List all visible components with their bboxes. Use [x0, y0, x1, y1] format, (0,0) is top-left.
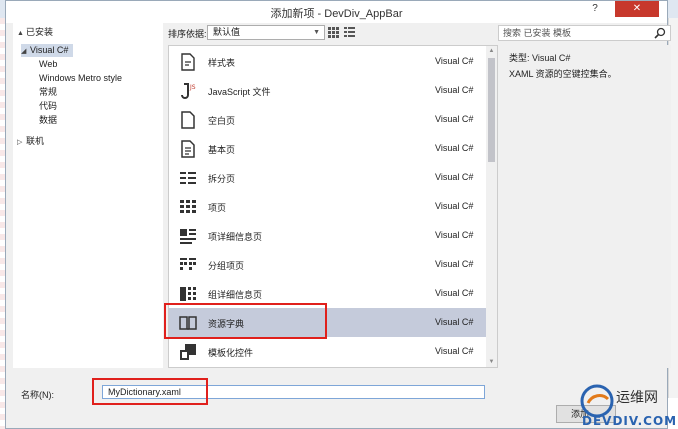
tree-item-label: Visual C#: [30, 45, 69, 55]
template-name: 拆分页: [208, 174, 236, 184]
template-name: 项详细信息页: [208, 232, 263, 242]
help-button[interactable]: ?: [581, 1, 609, 17]
grouped-items-page-icon: [180, 258, 196, 270]
sort-label: 排序依据:: [168, 29, 207, 39]
search-templates-input[interactable]: 搜索 已安装 模板: [498, 25, 671, 41]
medium-icons-view-icon[interactable]: [328, 27, 339, 38]
tree-item-web[interactable]: Web: [39, 58, 57, 71]
blank-page-icon: [181, 111, 195, 129]
template-name: 样式表: [208, 58, 236, 68]
template-name: 分组项页: [208, 261, 245, 271]
close-button[interactable]: ✕: [615, 1, 659, 17]
tree-item-data[interactable]: 数据: [39, 114, 57, 127]
templated-control-icon: [180, 344, 196, 360]
template-item-split-page[interactable]: 拆分页 Visual C#: [169, 163, 487, 192]
chevron-down-icon: ▼: [313, 29, 320, 36]
template-language: Visual C#: [435, 172, 474, 182]
dialog-title: 添加新项 - DevDiv_AppBar: [270, 8, 403, 20]
template-item-items-page[interactable]: 项页 Visual C#: [169, 192, 487, 221]
watermark-text: 运维网: [616, 390, 658, 406]
template-item-grouped-items-page[interactable]: 分组项页 Visual C#: [169, 250, 487, 279]
svg-text:JS: JS: [189, 84, 196, 91]
scroll-up-icon[interactable]: ▲: [486, 46, 497, 56]
collapse-arrow-icon[interactable]: ▲: [17, 27, 26, 40]
tree-item-code[interactable]: 代码: [39, 100, 57, 113]
template-language: Visual C#: [435, 346, 474, 356]
template-language: Visual C#: [435, 143, 474, 153]
template-name: 空白页: [208, 116, 236, 126]
sort-value: 默认值: [213, 27, 241, 37]
items-page-icon: [180, 200, 196, 213]
watermark-subtext: DEVDIV.COM: [582, 414, 678, 428]
tree-item-online[interactable]: ▷ 联机: [17, 135, 44, 148]
template-name: 项页: [208, 203, 227, 213]
template-description: XAML 资源的空键控集合。: [509, 69, 617, 79]
expand-arrow-icon[interactable]: ▷: [17, 136, 26, 149]
tree-item-visual-csharp[interactable]: ◢ Visual C#: [21, 44, 73, 57]
tree-item-label: 联机: [26, 136, 45, 146]
javascript-file-icon: JS: [181, 83, 196, 99]
sort-dropdown[interactable]: 默认值 ▼: [207, 25, 325, 40]
item-detail-page-icon: [180, 229, 196, 244]
name-input-highlight: [92, 378, 208, 405]
stylesheet-icon: [181, 53, 195, 71]
tree-item-general[interactable]: 常规: [39, 86, 57, 99]
category-tree: ▲ 已安装 ◢ Visual C# Web Windows Metro style …: [13, 23, 163, 368]
template-language: Visual C#: [435, 201, 474, 211]
template-item-stylesheet[interactable]: 样式表 Visual C#: [169, 47, 487, 76]
template-language: Visual C#: [435, 85, 474, 95]
type-line: 类型: Visual C#: [509, 51, 570, 64]
basic-page-icon: [181, 140, 195, 158]
type-label: 类型:: [509, 53, 530, 63]
template-name: JavaScript 文件: [208, 87, 271, 97]
template-language: Visual C#: [435, 230, 474, 240]
template-name: 组详细信息页: [208, 290, 263, 300]
search-icon[interactable]: [654, 27, 666, 39]
template-item-item-detail-page[interactable]: 项详细信息页 Visual C#: [169, 221, 487, 250]
template-item-basic-page[interactable]: 基本页 Visual C#: [169, 134, 487, 163]
template-language: Visual C#: [435, 317, 474, 327]
template-language: Visual C#: [435, 259, 474, 269]
search-placeholder: 搜索 已安装 模板: [503, 28, 572, 38]
expanded-arrow-icon[interactable]: ◢: [21, 45, 30, 58]
tree-item-installed[interactable]: ▲ 已安装: [17, 26, 53, 39]
template-name: 模板化控件: [208, 348, 254, 358]
split-page-icon: [180, 172, 196, 184]
scroll-thumb[interactable]: [488, 58, 495, 162]
tree-item-label: 已安装: [26, 27, 54, 37]
template-language: Visual C#: [435, 288, 474, 298]
resource-dictionary-highlight: [164, 303, 327, 339]
template-item-templated-control[interactable]: 模板化控件 Visual C#: [169, 337, 487, 366]
name-label: 名称(N):: [21, 390, 54, 400]
type-value: Visual C#: [532, 53, 571, 63]
template-name: 基本页: [208, 145, 236, 155]
template-language: Visual C#: [435, 56, 474, 66]
details-pane: 类型: Visual C# XAML 资源的空键控集合。: [498, 45, 671, 368]
template-item-blank-page[interactable]: 空白页 Visual C#: [169, 105, 487, 134]
title-bar: 添加新项 - DevDiv_AppBar ? ✕: [6, 1, 667, 23]
add-new-item-dialog: 添加新项 - DevDiv_AppBar ? ✕ ▲ 已安装 ◢ Visual C#…: [5, 0, 676, 429]
tree-item-windows-metro-style[interactable]: Windows Metro style: [39, 72, 122, 85]
list-view-icon[interactable]: [344, 27, 355, 38]
group-detail-page-icon: [180, 287, 196, 301]
template-item-javascript-file[interactable]: JS JavaScript 文件 Visual C#: [169, 76, 487, 105]
template-list-scrollbar[interactable]: ▲ ▼: [486, 46, 497, 367]
template-language: Visual C#: [435, 114, 474, 124]
scroll-down-icon[interactable]: ▼: [486, 357, 497, 367]
